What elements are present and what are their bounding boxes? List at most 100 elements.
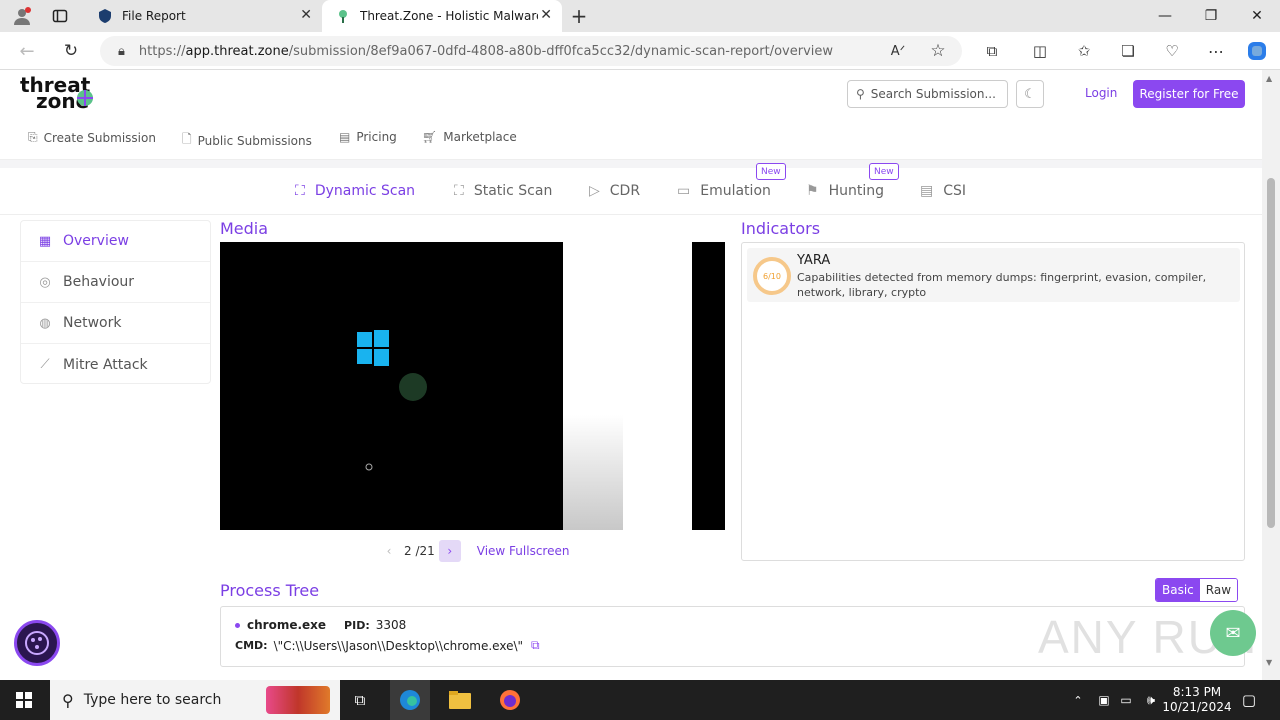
nav-marketplace[interactable]: 🛒︎ Marketplace [422, 130, 517, 144]
url-field[interactable]: 🔒︎ https://app.threat.zone/submission/8e… [100, 36, 962, 66]
collections-icon[interactable]: ❏ [1116, 40, 1140, 62]
media-pager: ‹ 2 /21 › View Fullscreen [378, 540, 569, 562]
hunting-icon: ⚑ [806, 183, 819, 199]
scan-tab-label: Static Scan [473, 183, 553, 199]
dark-mode-toggle-icon[interactable]: ☾ [1016, 80, 1044, 108]
tab-threat-zone[interactable]: Threat.Zone - Holistic Malware A ✕ [322, 0, 562, 32]
basic-view-button[interactable]: Basic [1156, 579, 1200, 601]
tab-title: Threat.Zone - Holistic Malware A [360, 9, 538, 23]
csi-icon: ▤ [920, 183, 934, 199]
scan-tab-label: CDR [609, 183, 641, 199]
back-icon[interactable]: ← [14, 38, 40, 64]
tab-csi[interactable]: ▤ CSI [920, 178, 966, 204]
scan-tab-label: CSI [943, 183, 967, 199]
search-highlight-image [266, 686, 330, 714]
scrollbar-thumb[interactable] [1267, 178, 1275, 528]
show-hidden-icons-icon[interactable]: ⌃ [1068, 680, 1088, 720]
nav-create-submission[interactable]: ⎘ Create Submission [28, 130, 156, 145]
threat-zone-logo[interactable]: threat zone [20, 75, 93, 111]
tab-dynamic-scan[interactable]: ⛶ Dynamic Scan [295, 178, 415, 204]
lock-icon[interactable]: 🔒︎ [118, 44, 125, 59]
favorites-icon[interactable]: ✩ [1072, 40, 1096, 62]
favorite-star-icon[interactable]: ☆ [926, 40, 950, 62]
restore-icon[interactable]: ❐ [1188, 0, 1234, 32]
chat-support-icon[interactable]: ✉ [1210, 610, 1256, 656]
register-button[interactable]: Register for Free [1133, 80, 1245, 108]
view-fullscreen-link[interactable]: View Fullscreen [477, 544, 570, 558]
file-explorer-icon[interactable] [440, 680, 480, 720]
indicators-title: Indicators [741, 219, 821, 238]
tab-cdr[interactable]: ▷ CDR [589, 178, 640, 204]
cmd-value: \"C:\\Users\\Jason\\Desktop\\chrome.exe\… [273, 638, 524, 653]
globe-icon [77, 90, 93, 106]
window-close-icon[interactable]: ✕ [1234, 0, 1280, 32]
process-row[interactable]: chrome.exe PID: 3308 [235, 618, 406, 632]
url-host: app.threat.zone [185, 43, 289, 59]
tab-actions-icon[interactable] [46, 5, 74, 27]
windows-start-icon[interactable] [0, 680, 48, 720]
sidebar-item-network[interactable]: ◍ Network [21, 303, 210, 344]
sidebar-item-overview[interactable]: ▦ Overview [21, 221, 210, 262]
cookie-settings-icon[interactable] [14, 620, 60, 666]
static-scan-icon: ⛶ [454, 183, 464, 199]
tab-title: File Report [122, 9, 186, 23]
indicator-name: YARA [797, 253, 831, 268]
read-aloud-icon[interactable]: Aᐟ [886, 40, 910, 62]
sidebar-item-mitre-attack[interactable]: ⟋ Mitre Attack [21, 344, 210, 385]
pid-label: PID: [344, 618, 370, 632]
next-icon[interactable]: › [438, 540, 461, 562]
page-scrollbar[interactable]: ▲ ▼ [1262, 70, 1280, 680]
raw-view-button[interactable]: Raw [1199, 579, 1238, 601]
page: threat zone ⚲ Search Submission... ☾ Log… [0, 70, 1262, 680]
media-carousel[interactable] [220, 242, 725, 530]
media-title: Media [220, 219, 269, 238]
network-tray-icon[interactable]: ▭ [1116, 680, 1136, 720]
clock-date: 10/21/2024 [1162, 700, 1232, 714]
tab-hunting[interactable]: ⚑ Hunting [806, 178, 884, 204]
reload-icon[interactable]: ↻ [58, 38, 84, 64]
tab-static-scan[interactable]: ⛶ Static Scan [454, 178, 552, 204]
prev-icon[interactable]: ‹ [378, 540, 400, 562]
copilot-icon[interactable] [1244, 39, 1270, 63]
sidebar-item-label: Overview [63, 233, 129, 249]
copy-icon[interactable]: ⧉ [531, 638, 540, 653]
task-view-icon[interactable]: ⧉ [344, 680, 376, 720]
scroll-down-icon[interactable]: ▼ [1266, 658, 1272, 667]
tab-file-report[interactable]: File Report ✕ [84, 0, 322, 32]
browser-essentials-icon[interactable]: ♡ [1160, 40, 1184, 62]
login-link[interactable]: Login [1085, 86, 1117, 100]
close-icon[interactable]: ✕ [540, 7, 552, 23]
split-screen-icon[interactable]: ◫ [1028, 40, 1052, 62]
search-submission-input[interactable]: ⚲ Search Submission... [847, 80, 1008, 108]
taskbar-search-input[interactable]: ⚲ Type here to search [50, 680, 340, 720]
indicator-card[interactable]: 6/10 YARA Capabilities detected from mem… [747, 248, 1240, 302]
notifications-icon[interactable]: ▢ [1234, 680, 1264, 720]
windows-taskbar: ⚲ Type here to search ⧉ ⌃ ▣ ▭ 🕪︎ 8:13 PM… [0, 680, 1280, 720]
tab-emulation[interactable]: ▭ Emulation [677, 178, 771, 204]
behaviour-icon: ◎ [39, 274, 51, 290]
nav-label: Public Submissions [197, 133, 312, 148]
pid-value: 3308 [375, 618, 407, 632]
more-menu-icon[interactable]: ⋯ [1204, 40, 1228, 62]
site-header: threat zone ⚲ Search Submission... ☾ Log… [0, 70, 1262, 160]
minimize-icon[interactable]: — [1142, 0, 1188, 32]
network-icon: ◍ [39, 315, 51, 331]
extensions-icon[interactable]: ⧉ [980, 40, 1004, 62]
browser-tab-bar: File Report ✕ Threat.Zone - Holistic Mal… [0, 0, 1280, 32]
scan-tab-label: Dynamic Scan [314, 183, 416, 199]
view-toggle: Basic Raw [1155, 578, 1239, 602]
new-tab-icon[interactable]: + [566, 4, 592, 28]
scroll-up-icon[interactable]: ▲ [1266, 74, 1272, 83]
edge-taskbar-icon[interactable] [390, 680, 430, 720]
clock[interactable]: 8:13 PM 10/21/2024 [1162, 680, 1232, 720]
volume-icon[interactable]: 🕪︎ [1140, 680, 1162, 720]
sidebar-item-behaviour[interactable]: ◎ Behaviour [21, 262, 210, 303]
close-icon[interactable]: ✕ [300, 7, 312, 23]
nav-public-submissions[interactable]: 🗋 Public Submissions [182, 130, 312, 151]
section-divider [0, 160, 1262, 168]
shield-icon [98, 9, 112, 23]
profile-icon[interactable] [8, 5, 36, 27]
battery-icon[interactable]: ▣ [1094, 680, 1114, 720]
firefox-icon[interactable] [490, 680, 530, 720]
nav-pricing[interactable]: ▤ Pricing [339, 130, 397, 144]
